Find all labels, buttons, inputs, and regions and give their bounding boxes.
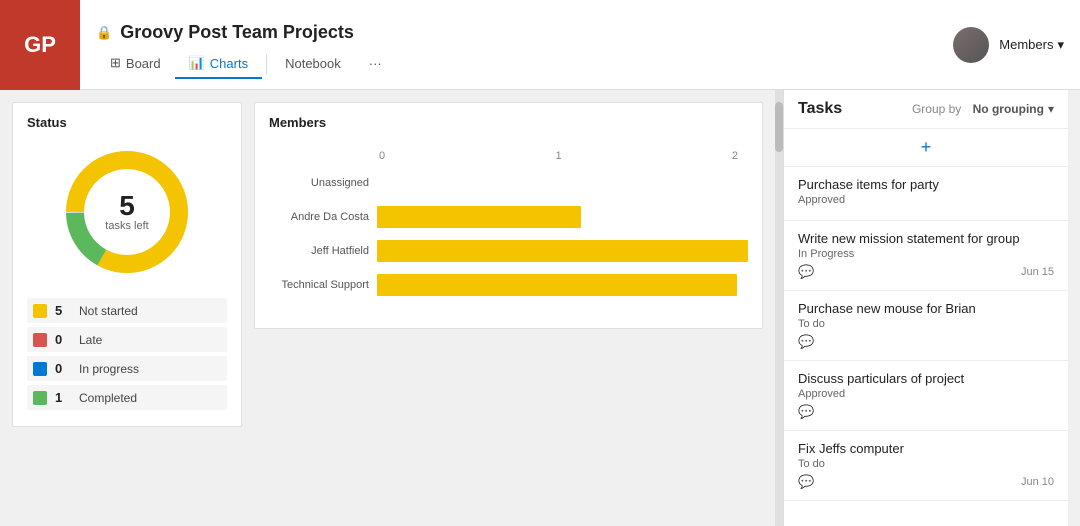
lock-icon: 🔒 <box>96 25 112 41</box>
app-header: GP 🔒 Groovy Post Team Projects ⊞ Board 📊… <box>0 0 1080 90</box>
donut-chart-wrapper: 5 tasks left <box>27 142 227 282</box>
task-name: Purchase items for party <box>798 177 1054 192</box>
task-item[interactable]: Write new mission statement for group In… <box>784 221 1068 291</box>
main-content: Status 5 tasks left <box>0 90 1080 526</box>
legend-color-in-progress <box>33 362 47 376</box>
status-card-title: Status <box>27 115 227 130</box>
task-status: To do <box>798 318 1054 330</box>
bar-label-jeff: Jeff Hatfield <box>269 245 369 257</box>
task-status: Approved <box>798 194 1054 206</box>
charts-icon: 📊 <box>189 55 205 71</box>
bar-container-andre <box>377 206 748 228</box>
task-name: Fix Jeffs computer <box>798 441 1054 456</box>
tasks-title: Tasks <box>798 100 842 118</box>
task-footer: 💬 Jun 10 <box>798 474 1054 490</box>
scroll-track[interactable] <box>775 90 783 526</box>
legend-color-not-started <box>33 304 47 318</box>
task-footer: 💬 Jun 15 <box>798 264 1054 280</box>
app-logo: GP <box>0 0 80 90</box>
tab-notebook[interactable]: Notebook <box>271 50 355 79</box>
task-item[interactable]: Purchase new mouse for Brian To do 💬 <box>784 291 1068 361</box>
legend: 5 Not started 0 Late 0 In progress 1 Com… <box>27 298 227 410</box>
task-status: Approved <box>798 388 1054 400</box>
scroll-thumb[interactable] <box>775 102 783 152</box>
task-status: To do <box>798 458 1054 470</box>
bar-row-jeff: Jeff Hatfield <box>269 240 748 262</box>
task-name: Write new mission statement for group <box>798 231 1054 246</box>
board-icon: ⊞ <box>110 55 121 71</box>
groupby-control[interactable]: Group by No grouping ▾ <box>912 102 1054 116</box>
task-item[interactable]: Discuss particulars of project Approved … <box>784 361 1068 431</box>
members-card-title: Members <box>269 115 748 130</box>
comment-icon: 💬 <box>798 474 814 490</box>
navigation: ⊞ Board 📊 Charts Notebook ··· <box>96 49 937 79</box>
bar-row-unassigned: Unassigned <box>269 172 748 194</box>
task-footer: 💬 <box>798 334 1054 350</box>
legend-item-not-started: 5 Not started <box>27 298 227 323</box>
header-right: Members ▾ <box>953 27 1080 63</box>
task-date: Jun 15 <box>1021 266 1054 278</box>
chevron-down-icon: ▾ <box>1048 102 1054 116</box>
tasks-panel: Tasks Group by No grouping ▾ + Purchase … <box>783 90 1068 526</box>
chevron-down-icon: ▾ <box>1057 37 1064 53</box>
bar-container-unassigned <box>377 172 748 194</box>
donut-center: 5 tasks left <box>105 192 148 232</box>
bar-fill-technical <box>377 274 737 296</box>
donut-label: tasks left <box>105 220 148 232</box>
tasks-header: Tasks Group by No grouping ▾ <box>784 90 1068 129</box>
bar-label-unassigned: Unassigned <box>269 177 369 189</box>
tab-charts[interactable]: 📊 Charts <box>175 49 262 79</box>
members-button[interactable]: Members ▾ <box>999 37 1064 53</box>
legend-item-late: 0 Late <box>27 327 227 352</box>
legend-color-late <box>33 333 47 347</box>
title-row: 🔒 Groovy Post Team Projects <box>96 10 937 49</box>
tasks-list: Purchase items for party Approved Write … <box>784 167 1068 526</box>
task-item[interactable]: Fix Jeffs computer To do 💬 Jun 10 <box>784 431 1068 501</box>
bar-row-technical: Technical Support <box>269 274 748 296</box>
status-card: Status 5 tasks left <box>12 102 242 427</box>
avatar[interactable] <box>953 27 989 63</box>
bar-container-technical <box>377 274 748 296</box>
page-title: Groovy Post Team Projects <box>120 22 354 43</box>
bar-container-jeff <box>377 240 748 262</box>
groupby-value: No grouping <box>973 102 1044 116</box>
task-item[interactable]: Purchase items for party Approved <box>784 167 1068 221</box>
bar-label-technical: Technical Support <box>269 279 369 291</box>
bar-fill-andre <box>377 206 581 228</box>
task-footer: 💬 <box>798 404 1054 420</box>
legend-color-completed <box>33 391 47 405</box>
task-status: In Progress <box>798 248 1054 260</box>
donut-number: 5 <box>119 192 135 220</box>
comment-icon: 💬 <box>798 334 814 350</box>
donut-chart: 5 tasks left <box>57 142 197 282</box>
members-card: Members 0 1 2 Unassigned Andre Da Co <box>254 102 763 329</box>
header-main: 🔒 Groovy Post Team Projects ⊞ Board 📊 Ch… <box>80 10 953 79</box>
task-date: Jun 10 <box>1021 476 1054 488</box>
left-panel: Status 5 tasks left <box>0 90 775 526</box>
bar-chart: 0 1 2 Unassigned Andre Da Costa <box>269 142 748 316</box>
groupby-label: Group by <box>912 102 961 116</box>
task-name: Discuss particulars of project <box>798 371 1054 386</box>
nav-separator <box>266 54 267 74</box>
comment-icon: 💬 <box>798 404 814 420</box>
bar-fill-jeff <box>377 240 748 262</box>
x-axis: 0 1 2 <box>379 150 748 162</box>
tab-more[interactable]: ··· <box>355 50 396 79</box>
legend-item-in-progress: 0 In progress <box>27 356 227 381</box>
add-task-button[interactable]: + <box>784 129 1068 167</box>
task-name: Purchase new mouse for Brian <box>798 301 1054 316</box>
tab-board[interactable]: ⊞ Board <box>96 49 175 79</box>
legend-item-completed: 1 Completed <box>27 385 227 410</box>
comment-icon: 💬 <box>798 264 814 280</box>
bar-label-andre: Andre Da Costa <box>269 211 369 223</box>
bar-row-andre: Andre Da Costa <box>269 206 748 228</box>
